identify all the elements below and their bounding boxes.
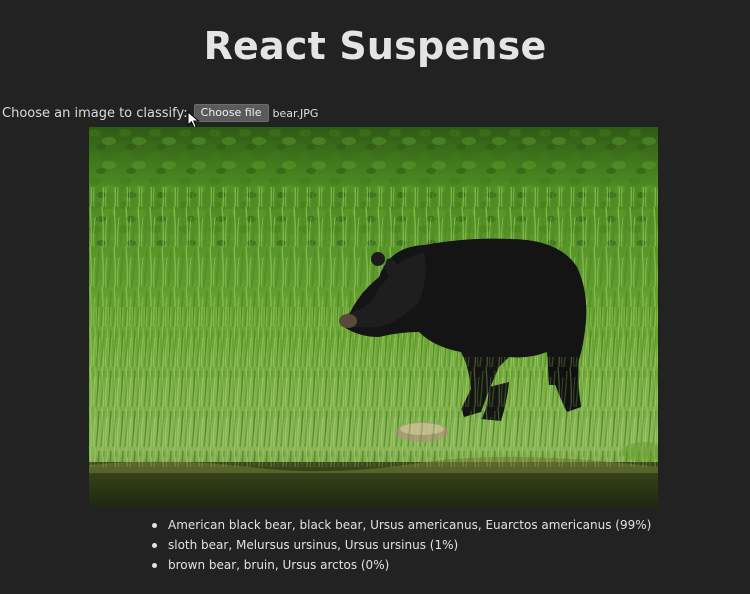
bullet-icon [152,522,157,528]
result-text: sloth bear, Melursus ursinus, Ursus ursi… [168,538,459,552]
file-picker-label: Choose an image to classify: [2,105,188,121]
classified-image [89,127,658,507]
page-title: React Suspense [203,24,547,68]
bullet-icon [152,542,157,548]
bullet-icon [152,562,157,568]
selected-file-name: bear.JPG [272,106,319,120]
list-item: brown bear, bruin, Ursus arctos (0%) [152,555,651,575]
result-text: brown bear, bruin, Ursus arctos (0%) [168,558,390,572]
classification-results: American black bear, black bear, Ursus a… [152,515,651,575]
result-text: American black bear, black bear, Ursus a… [168,518,652,532]
list-item: sloth bear, Melursus ursinus, Ursus ursi… [152,535,651,555]
list-item: American black bear, black bear, Ursus a… [152,515,651,535]
file-picker: Choose an image to classify: Choose file… [2,103,318,123]
choose-file-button[interactable]: Choose file [193,104,269,122]
